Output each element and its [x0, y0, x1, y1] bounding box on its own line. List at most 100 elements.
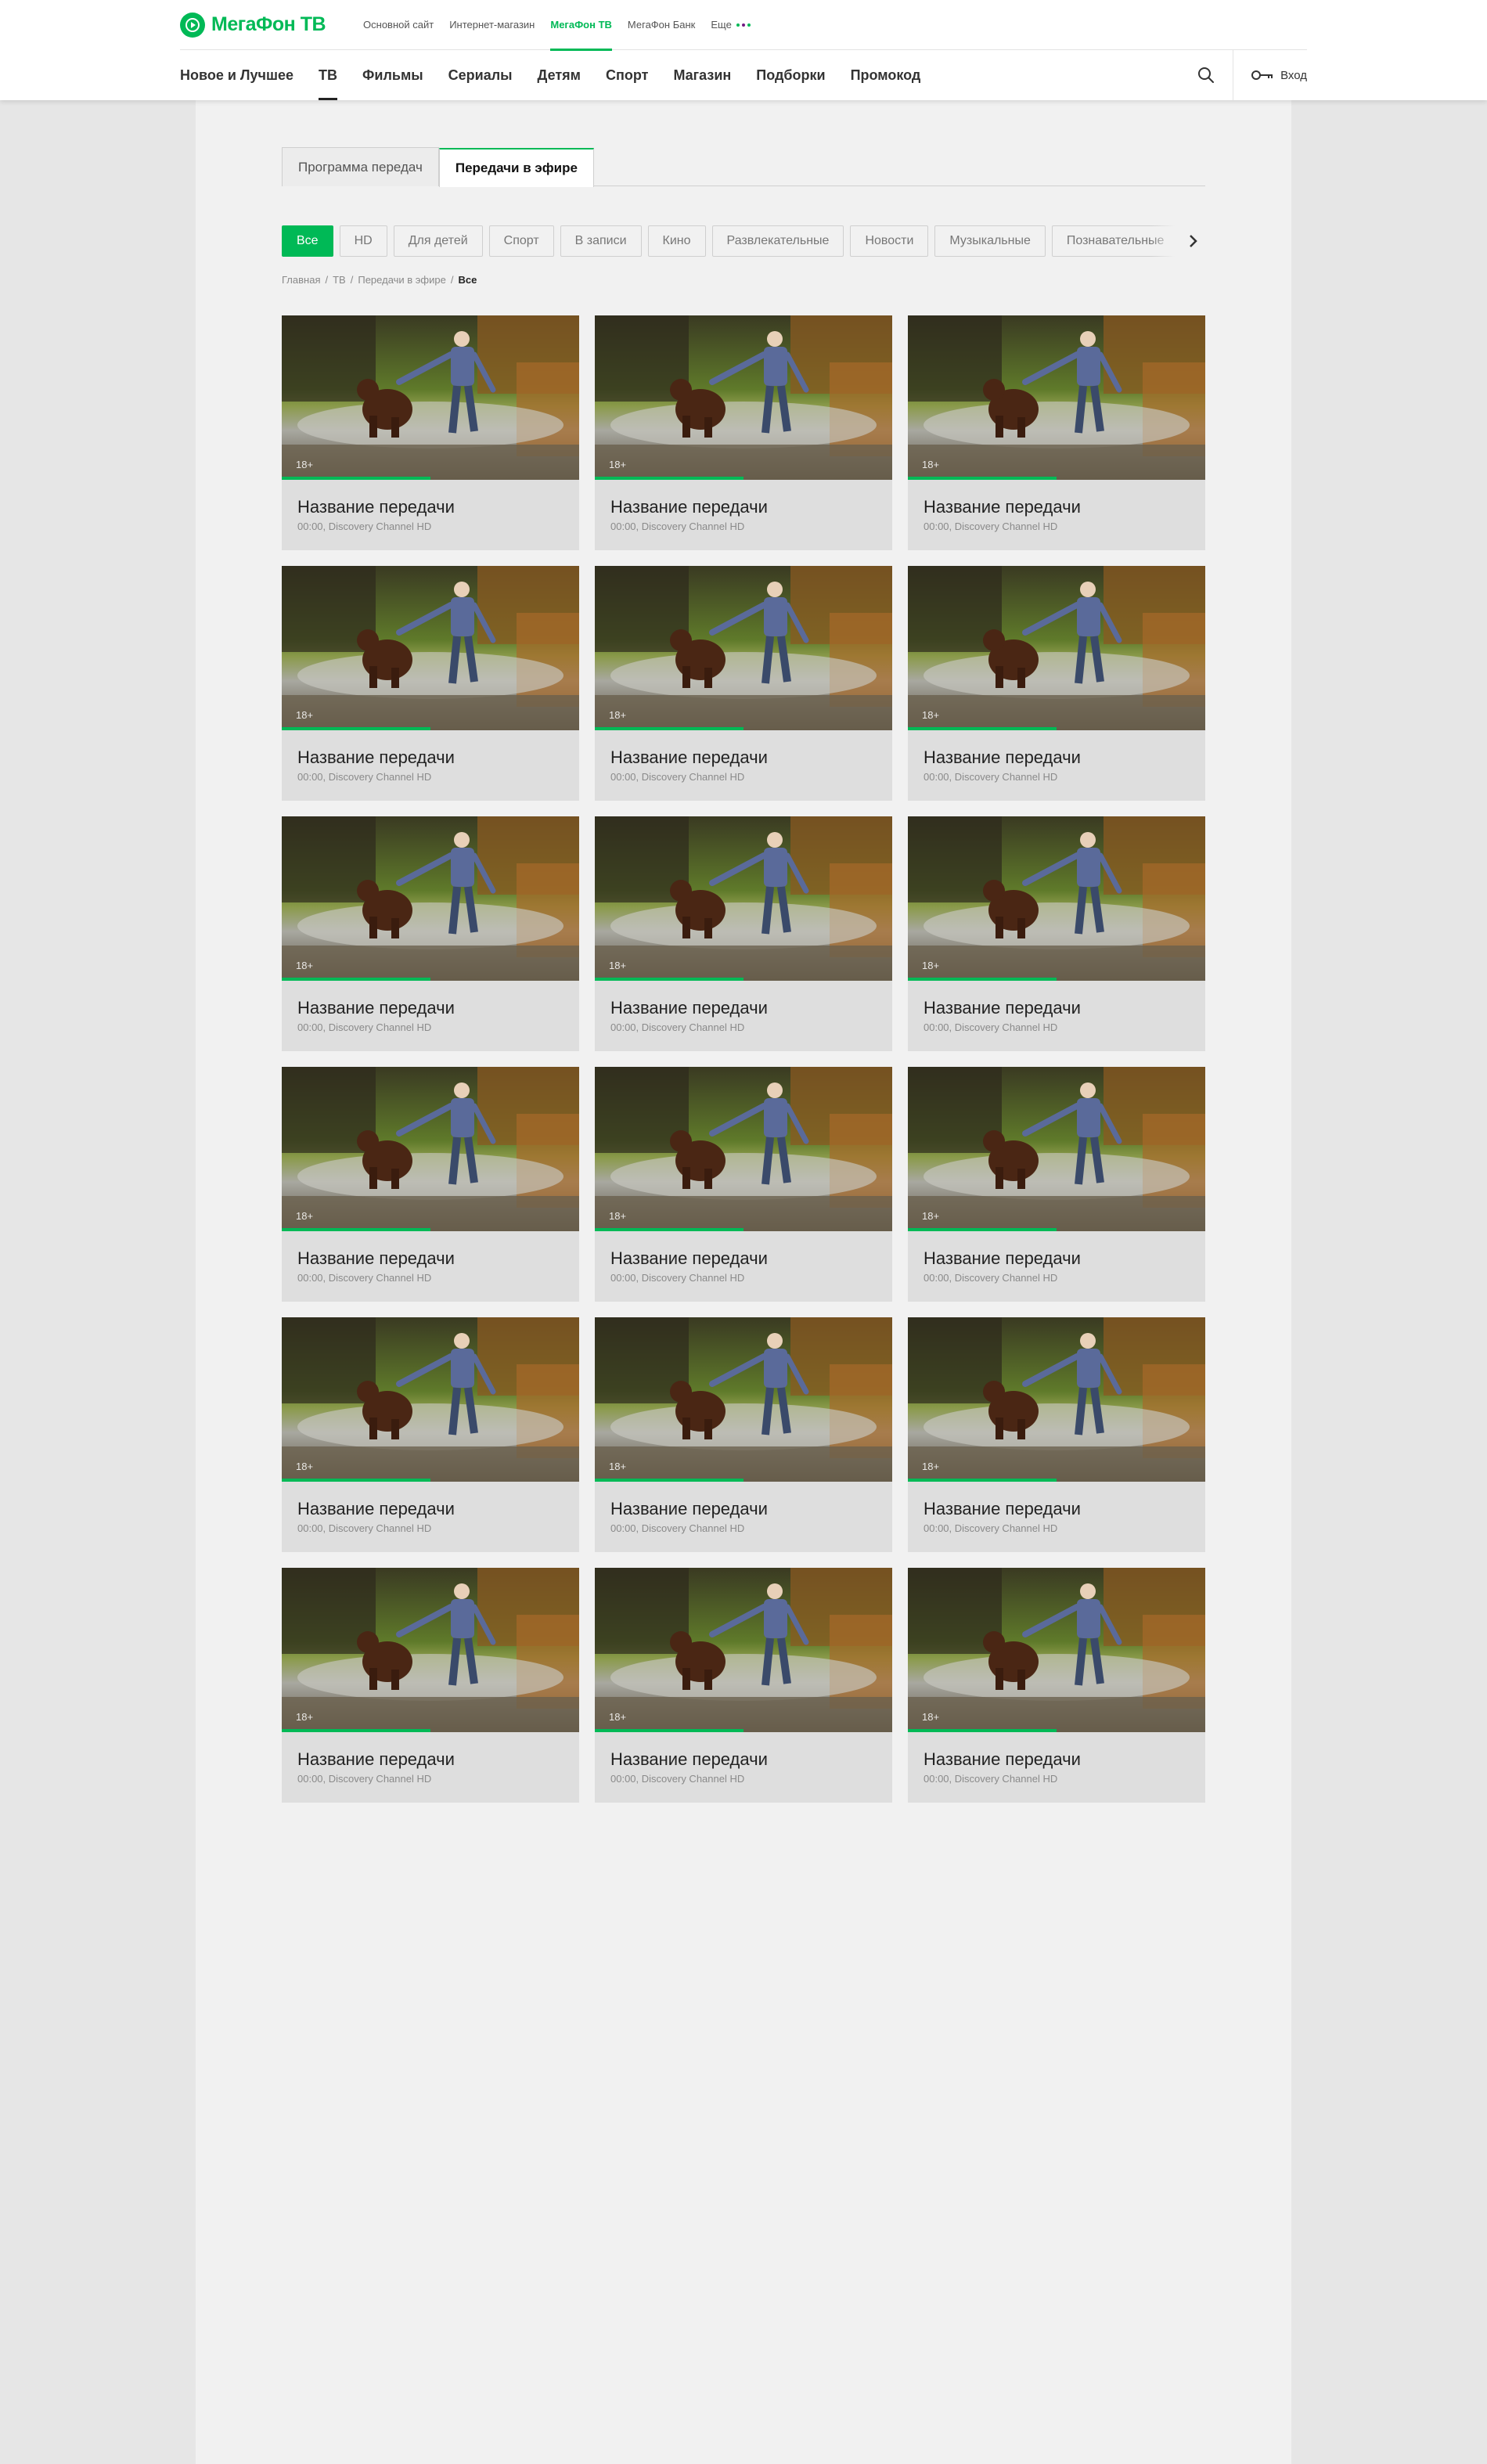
program-title: Название передачи	[297, 1749, 455, 1769]
program-thumbnail: 18+	[595, 1067, 892, 1231]
program-title: Название передачи	[610, 497, 768, 517]
search-icon	[1197, 67, 1214, 83]
program-thumbnail: 18+	[595, 1568, 892, 1732]
program-meta: 00:00, Discovery Channel HD	[610, 771, 745, 783]
program-thumbnail-image	[595, 1568, 892, 1732]
filter-chip-6[interactable]: Развлекательные	[711, 225, 844, 257]
program-progress-bar	[282, 1228, 430, 1231]
nav-item-7[interactable]: Подборки	[756, 50, 825, 100]
content-panel: Программа передач Передачи в эфире Все HD Д…	[196, 100, 1291, 2464]
nav-right: Вход	[1179, 50, 1307, 100]
program-card[interactable]: 18+ Название передачи 00:00, Discovery Cha…	[282, 566, 579, 801]
top-link-2[interactable]: МегаФон ТВ	[550, 0, 612, 51]
program-meta: 00:00, Discovery Channel HD	[297, 1021, 432, 1033]
breadcrumb-separator: /	[450, 274, 454, 286]
program-title: Название передачи	[924, 1499, 1081, 1518]
program-meta: 00:00, Discovery Channel HD	[297, 521, 432, 532]
nav-item-4[interactable]: Детям	[538, 50, 581, 100]
filter-chip-5[interactable]: Кино	[647, 225, 706, 257]
genre-filters: Все HD Для детей Спорт В записи Кино Развлекат…	[282, 225, 1205, 257]
age-rating-badge: 18+	[609, 1711, 627, 1723]
top-link-3[interactable]: МегаФон Банк	[628, 0, 695, 50]
program-thumbnail: 18+	[908, 816, 1205, 981]
breadcrumb-item-3: Все	[458, 274, 477, 286]
top-link-label: Основной сайт	[363, 19, 434, 31]
filter-chip-8[interactable]: Музыкальные	[934, 225, 1046, 257]
nav-item-1[interactable]: ТВ	[319, 50, 338, 100]
top-link-4[interactable]: Еще	[711, 0, 751, 50]
top-link-label: МегаФон Банк	[627, 19, 696, 31]
program-card[interactable]: 18+ Название передачи 00:00, Discovery Cha…	[908, 1067, 1205, 1302]
program-card[interactable]: 18+ Название передачи 00:00, Discovery Cha…	[595, 315, 892, 550]
program-card[interactable]: 18+ Название передачи 00:00, Discovery Cha…	[595, 1317, 892, 1552]
program-card[interactable]: 18+ Название передачи 00:00, Discovery Cha…	[282, 1067, 579, 1302]
tab-0[interactable]: Программа передач	[282, 147, 439, 186]
program-title: Название передачи	[924, 1248, 1081, 1268]
filter-chip-4[interactable]: В записи	[560, 225, 642, 257]
program-card[interactable]: 18+ Название передачи 00:00, Discovery Cha…	[595, 566, 892, 801]
search-button[interactable]	[1179, 50, 1234, 100]
age-rating-badge: 18+	[609, 1461, 627, 1472]
age-rating-badge: 18+	[296, 459, 314, 470]
program-card[interactable]: 18+ Название передачи 00:00, Discovery Cha…	[282, 315, 579, 550]
program-card[interactable]: 18+ Название передачи 00:00, Discovery Cha…	[595, 1067, 892, 1302]
program-thumbnail: 18+	[282, 1067, 579, 1231]
program-title: Название передачи	[924, 998, 1081, 1018]
program-thumbnail: 18+	[282, 315, 579, 480]
program-title: Название передачи	[297, 747, 455, 767]
program-card[interactable]: 18+ Название передачи 00:00, Discovery Cha…	[908, 315, 1205, 550]
filter-chip-1[interactable]: HD	[339, 225, 387, 257]
program-meta: 00:00, Discovery Channel HD	[297, 1773, 432, 1785]
filter-chip-0[interactable]: Все	[282, 225, 333, 257]
top-link-1[interactable]: Интернет-магазин	[449, 0, 535, 50]
program-thumbnail: 18+	[908, 1317, 1205, 1482]
program-progress-bar	[595, 978, 744, 981]
filters-scroll-right-button[interactable]	[1150, 225, 1205, 257]
program-thumbnail: 18+	[595, 816, 892, 981]
program-card[interactable]: 18+ Название передачи 00:00, Discovery Cha…	[595, 1568, 892, 1803]
nav-item-8[interactable]: Промокод	[851, 50, 921, 100]
program-card[interactable]: 18+ Название передачи 00:00, Discovery Cha…	[908, 1317, 1205, 1552]
age-rating-badge: 18+	[296, 1210, 314, 1222]
nav-item-6[interactable]: Магазин	[673, 50, 731, 100]
program-card[interactable]: 18+ Название передачи 00:00, Discovery Cha…	[282, 1317, 579, 1552]
program-card[interactable]: 18+ Название передачи 00:00, Discovery Cha…	[282, 1568, 579, 1803]
top-link-label: Еще	[711, 19, 732, 31]
top-link-0[interactable]: Основной сайт	[363, 0, 434, 50]
program-thumbnail: 18+	[282, 566, 579, 730]
program-card[interactable]: 18+ Название передачи 00:00, Discovery Cha…	[282, 816, 579, 1051]
nav-item-2[interactable]: Фильмы	[362, 50, 423, 100]
program-progress-bar	[908, 1228, 1057, 1231]
program-progress-bar	[282, 1479, 430, 1482]
program-title: Название передачи	[297, 497, 455, 517]
age-rating-badge: 18+	[609, 709, 627, 721]
filter-chip-3[interactable]: Спорт	[488, 225, 554, 257]
program-title: Название передачи	[297, 1499, 455, 1518]
program-meta: 00:00, Discovery Channel HD	[924, 1773, 1058, 1785]
program-progress-bar	[595, 477, 744, 480]
breadcrumb-item-0[interactable]: Главная	[282, 274, 320, 286]
nav-item-5[interactable]: Спорт	[606, 50, 648, 100]
brand-logo[interactable]: МегаФон ТВ	[180, 0, 326, 50]
nav-item-0[interactable]: Новое и Лучшее	[180, 50, 293, 100]
filter-chip-7[interactable]: Новости	[850, 225, 929, 257]
filter-chip-2[interactable]: Для детей	[393, 225, 483, 257]
tab-1[interactable]: Передачи в эфире	[438, 148, 594, 187]
program-card[interactable]: 18+ Название передачи 00:00, Discovery Cha…	[908, 1568, 1205, 1803]
programs-grid: 18+ Название передачи 00:00, Discovery Cha…	[282, 315, 1205, 1803]
login-button[interactable]: Вход	[1233, 50, 1307, 100]
program-card[interactable]: 18+ Название передачи 00:00, Discovery Cha…	[908, 566, 1205, 801]
nav-item-3[interactable]: Сериалы	[448, 50, 513, 100]
program-meta: 00:00, Discovery Channel HD	[924, 1522, 1058, 1534]
program-meta: 00:00, Discovery Channel HD	[610, 1522, 745, 1534]
brand-name: МегаФон ТВ	[211, 13, 326, 35]
filter-chips: Все HD Для детей Спорт В записи Кино Развлекат…	[282, 225, 1205, 257]
age-rating-badge: 18+	[296, 1461, 314, 1472]
program-card[interactable]: 18+ Название передачи 00:00, Discovery Cha…	[595, 816, 892, 1051]
breadcrumb-separator: /	[325, 274, 329, 286]
breadcrumb-item-2[interactable]: Передачи в эфире	[358, 274, 446, 286]
breadcrumb-item-1[interactable]: ТВ	[333, 274, 346, 286]
age-rating-badge: 18+	[922, 1210, 940, 1222]
program-meta: 00:00, Discovery Channel HD	[610, 1773, 745, 1785]
program-card[interactable]: 18+ Название передачи 00:00, Discovery Cha…	[908, 816, 1205, 1051]
